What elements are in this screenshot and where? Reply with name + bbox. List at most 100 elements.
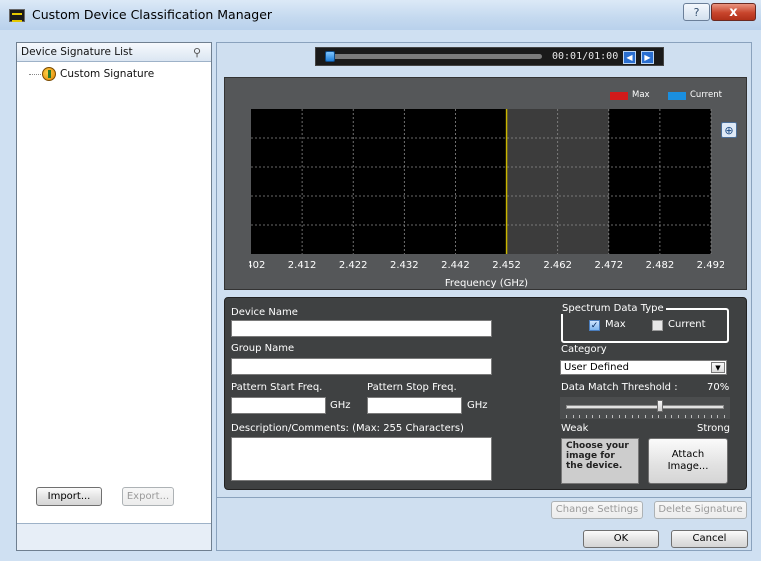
pattern-start-label: Pattern Start Freq. [231, 382, 323, 393]
legend-label-max: Max [632, 90, 650, 100]
slider-tick [651, 415, 653, 418]
description-label: Description/Comments: (Max: 255 Characte… [231, 423, 464, 434]
description-textarea[interactable] [231, 437, 492, 481]
x-tick-label: 2.472 [594, 260, 623, 271]
category-value: User Defined [564, 362, 629, 373]
slider-tick [598, 415, 600, 418]
group-name-input[interactable] [231, 358, 492, 375]
previous-frame-button[interactable]: ◀ [623, 51, 636, 64]
tree-connector [29, 74, 43, 75]
slider-tick [579, 415, 581, 418]
slider-tick [638, 415, 640, 418]
legend-label-current: Current [690, 90, 722, 100]
legend-swatch-current [668, 92, 686, 100]
playback-bar: 00:01/01:00 ◀ ▶ [315, 47, 664, 66]
slider-tick [592, 415, 594, 418]
attach-image-button[interactable]: Attach Image... [648, 438, 728, 484]
attach-label-line1: Attach [671, 449, 705, 460]
slider-tick [612, 415, 614, 418]
category-label: Category [561, 344, 607, 355]
group-name-label: Group Name [231, 343, 295, 354]
spectrum-plot[interactable]: 2.402 2.412 2.422 2.432 2.442 2.452 2.462 2.472… [249, 109, 724, 279]
chart-legend: Max Current [610, 90, 740, 102]
slider-tick [684, 415, 686, 418]
attach-image-label: Attach Image... [649, 449, 727, 473]
pin-icon[interactable]: ⚲ [193, 46, 201, 59]
x-tick-label: 2.432 [390, 260, 419, 271]
panel-header-label: Device Signature List [21, 46, 133, 58]
slider-thumb[interactable] [656, 400, 663, 412]
threshold-slider[interactable] [560, 397, 730, 419]
x-tick-label: 2.412 [288, 260, 317, 271]
device-name-input[interactable] [231, 320, 492, 337]
export-button[interactable]: Export... [122, 487, 174, 506]
slider-tick [585, 415, 587, 418]
window-title: Custom Device Classification Manager [32, 7, 273, 22]
help-button[interactable]: ? [683, 3, 710, 21]
x-tick-label: 2.452 [492, 260, 521, 271]
slider-tick [717, 415, 719, 418]
title-bar: Custom Device Classification Manager ? x [0, 0, 761, 30]
tree-item-custom-signature[interactable]: Custom Signature [60, 68, 154, 80]
slider-tick [631, 415, 633, 418]
x-tick-label: 2.462 [543, 260, 572, 271]
max-checkbox[interactable]: ✓ [589, 320, 600, 331]
playback-time: 00:01/01:00 [552, 51, 619, 62]
slider-rail [566, 405, 724, 409]
chevron-down-icon[interactable]: ▼ [711, 362, 725, 373]
delete-signature-button[interactable]: Delete Signature [654, 501, 747, 519]
signature-icon [42, 67, 56, 81]
x-axis-title: Frequency (GHz) [444, 278, 529, 289]
signature-form: Device Name Group Name Pattern Start Fre… [224, 297, 747, 490]
x-tick-label: 2.492 [697, 260, 724, 271]
slider-tick [677, 415, 679, 418]
slider-tick [605, 415, 607, 418]
strong-label: Strong [697, 423, 730, 434]
slider-tick [664, 415, 666, 418]
next-frame-button[interactable]: ▶ [641, 51, 654, 64]
pattern-stop-input[interactable] [367, 397, 462, 414]
x-tick-label: 2.402 [249, 260, 265, 271]
playback-track[interactable] [330, 54, 542, 59]
slider-tick [645, 415, 646, 418]
slider-tick [618, 415, 620, 418]
panel-header: Device Signature List ⚲ [17, 43, 211, 62]
spectrum-chart: Max Current ⊕ 2.4022.4122.4222.4322.4422… [224, 77, 747, 290]
slider-tick [724, 415, 725, 418]
category-select[interactable]: User Defined ▼ [560, 360, 727, 375]
cancel-button[interactable]: Cancel [671, 530, 748, 548]
attach-label-line2: Image... [667, 461, 709, 472]
threshold-value: 70% [707, 382, 730, 393]
legend-swatch-max [610, 92, 628, 100]
device-image-placeholder: Choose your image for the device. [561, 438, 639, 484]
pattern-start-input[interactable] [231, 397, 326, 414]
import-button[interactable]: Import... [36, 487, 102, 506]
x-tick-label: 2.482 [646, 260, 675, 271]
app-icon [9, 9, 25, 22]
close-button[interactable]: x [711, 3, 756, 21]
slider-tick [566, 415, 567, 418]
x-tick-label: 2.442 [441, 260, 470, 271]
plot-area [251, 109, 711, 254]
pattern-stop-label: Pattern Stop Freq. [367, 382, 457, 393]
slider-tick [658, 415, 660, 418]
current-checkbox[interactable] [652, 320, 663, 331]
slider-tick [704, 415, 706, 418]
stop-unit-label: GHz [467, 400, 488, 411]
current-checkbox-label: Current [668, 319, 706, 330]
max-checkbox-label: Max [605, 319, 626, 330]
threshold-label: Data Match Threshold : [561, 382, 678, 393]
weak-label: Weak [561, 423, 589, 434]
change-settings-button[interactable]: Change Settings [551, 501, 643, 519]
panel-footer [17, 523, 211, 550]
device-name-label: Device Name [231, 307, 298, 318]
slider-tick [671, 415, 673, 418]
playback-thumb[interactable] [324, 51, 335, 62]
slider-tick [572, 415, 574, 418]
slider-tick [625, 415, 627, 418]
slider-tick [691, 415, 693, 418]
spectrum-type-label: Spectrum Data Type [560, 303, 666, 314]
ok-button[interactable]: OK [583, 530, 659, 548]
device-signature-panel: Device Signature List ⚲ Custom Signature [16, 42, 212, 551]
slider-tick [710, 415, 712, 418]
